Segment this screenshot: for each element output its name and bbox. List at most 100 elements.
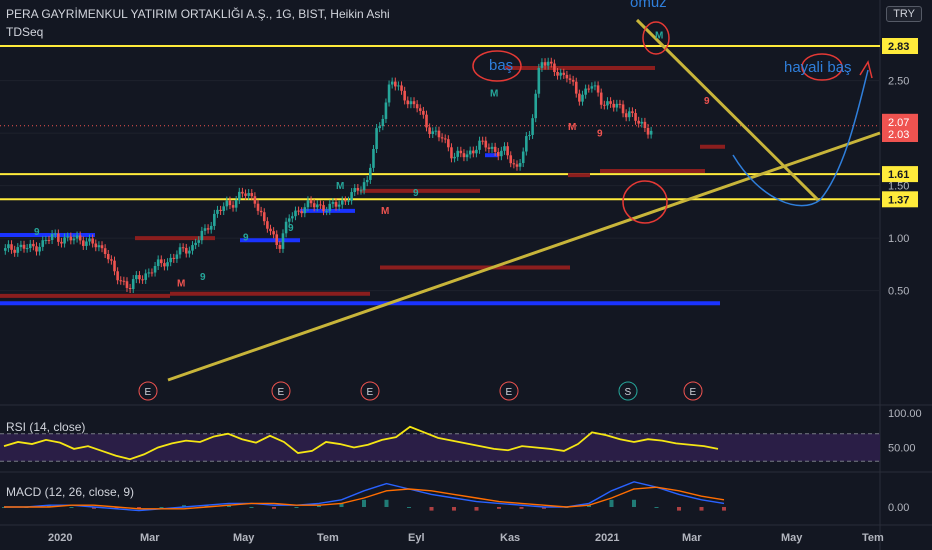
candle [94,243,98,248]
indicator-label[interactable]: TDSeq [6,25,43,39]
candle [381,118,385,127]
candle [350,192,353,201]
candle [300,211,303,214]
candle [437,130,441,138]
td-marker: 9 [288,223,294,234]
candle [266,221,269,229]
td-marker: M [336,181,344,192]
candle [359,190,363,192]
candle [347,200,350,202]
candle [250,193,254,197]
macd-hist-bar [294,507,299,508]
candle [456,150,459,157]
candle [63,237,66,244]
macd-hist-bar [69,507,74,508]
candle [309,200,313,204]
support-circle [622,180,668,224]
x-tick-label: Kas [500,532,520,544]
candle [322,205,325,212]
chart-root: 2.502.001.501.000.502.831.611.37başomuzh… [0,0,932,550]
level-label: 1.37 [888,194,909,206]
candle [453,156,456,159]
candle [615,103,619,108]
candle [562,72,566,75]
candle [50,234,54,241]
candle [78,235,82,241]
candle [247,193,250,196]
candle [156,259,160,266]
candle [269,228,272,232]
candle [596,85,600,93]
candle [125,281,129,288]
candle [518,163,522,167]
candle [275,234,279,245]
candle [57,233,60,242]
candle [428,127,431,135]
candle [378,126,381,129]
candle [234,200,238,208]
macd-hist-bar [452,507,456,511]
macd-hist-bar [722,507,726,511]
candle [241,191,244,194]
candle [131,279,135,290]
candle [259,210,263,213]
candle [225,200,229,207]
x-tick-label: Tem [317,532,339,544]
candle [25,248,29,250]
td-marker: M [568,122,576,133]
candle [500,150,503,157]
candle [415,104,419,109]
candle [624,113,628,118]
currency-button[interactable]: TRY [886,6,922,22]
candle [144,273,147,280]
td-marker: 9 [704,96,710,107]
td-marker: 9 [413,188,419,199]
candle [559,72,562,76]
candle [390,81,394,85]
candle [643,121,647,128]
x-tick-label: May [781,532,803,544]
chart-canvas[interactable]: 2.502.001.501.000.502.831.611.37başomuzh… [0,0,932,550]
candle [147,272,151,274]
candle [256,203,260,211]
candle [422,110,425,115]
td-marker: M [381,206,389,217]
candle [472,150,475,154]
x-tick-label: 2020 [48,532,72,544]
candle [634,113,637,121]
x-tick-label: Eyl [408,532,425,544]
candle [262,212,266,222]
candle [590,86,594,89]
candle [297,210,300,212]
x-tick-label: 2021 [595,532,619,544]
candle [490,146,494,149]
macd-label[interactable]: MACD (12, 26, close, 9) [6,485,134,499]
candle [546,61,550,66]
y-tick-label: 1.50 [888,181,909,193]
candle [253,196,257,204]
candle [394,81,397,87]
candle [160,259,163,264]
candle [440,137,444,139]
candle [484,140,488,148]
candle [122,280,126,282]
candle [141,279,144,281]
candle [412,101,416,105]
candle [468,150,472,155]
candle [606,101,609,106]
candle [138,275,141,280]
rsi-tick-label: 50.00 [888,443,916,455]
trend-line [167,131,881,382]
rsi-label[interactable]: RSI (14, close) [6,420,85,434]
x-tick-label: Mar [682,532,702,544]
candle [603,104,606,106]
macd-tick-label: 0.00 [888,502,909,514]
macd-hist-bar [384,499,389,507]
td-marker: M [655,31,663,42]
candle [100,245,104,249]
candle [550,61,553,64]
candle [191,245,194,251]
candle [581,94,584,102]
candle [450,147,453,159]
candle [72,238,76,241]
